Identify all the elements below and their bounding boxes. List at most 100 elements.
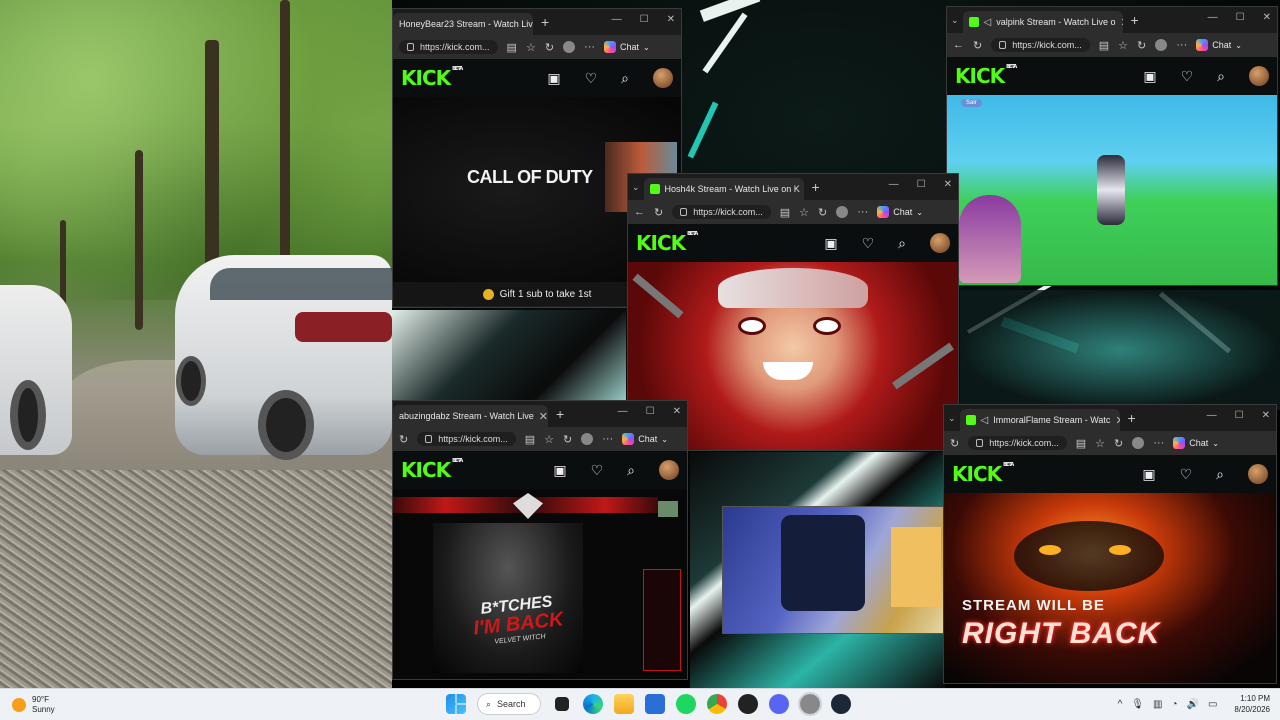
new-tab-button[interactable]: + (541, 14, 549, 30)
profile-icon[interactable] (563, 41, 576, 53)
user-avatar[interactable] (659, 460, 679, 480)
copilot-chat-button[interactable]: Chat ⌄ (604, 41, 650, 53)
more-icon[interactable]: ··· (584, 41, 595, 53)
reload-icon[interactable]: ↻ (973, 39, 982, 52)
tab-hosh4k[interactable]: Hosh4k Stream - Watch Live on K ✕ (643, 178, 804, 200)
tab-honeybear[interactable]: HoneyBear23 Stream - Watch Live (393, 13, 533, 35)
tab-valpink[interactable]: ◁ valpink Stream - Watch Live o ✕ (962, 11, 1123, 33)
minimize-button[interactable]: — (618, 406, 628, 417)
wifi-icon[interactable]: ◔ (1171, 699, 1177, 710)
search-box[interactable]: ⌕ Search (477, 693, 541, 715)
spotify-icon[interactable] (676, 694, 696, 714)
heart-icon[interactable]: ♡ (1181, 68, 1194, 85)
more-icon[interactable]: ··· (1176, 39, 1187, 51)
browse-icon[interactable]: ▣ (553, 462, 566, 479)
tab-abuzingdabz[interactable]: abuzingdabz Stream - Watch Live ✕ (393, 405, 548, 427)
browse-icon[interactable]: ▣ (1143, 68, 1156, 85)
star-icon[interactable]: ☆ (1095, 437, 1105, 450)
browse-icon[interactable]: ▣ (824, 235, 837, 252)
search-icon[interactable]: ⌕ (1216, 466, 1224, 483)
back-icon[interactable]: ← (953, 39, 964, 51)
reload-icon[interactable]: ↻ (654, 206, 663, 219)
new-tab-button[interactable]: + (812, 179, 820, 195)
browser-window-immoralflame[interactable]: ⌄ ◁ ImmoralFlame Stream - Watc ✕ + — ☐ ✕ ↻… (943, 404, 1277, 684)
more-icon[interactable]: ··· (1153, 437, 1164, 449)
tab-immoralflame[interactable]: ◁ ImmoralFlame Stream - Watc ✕ (959, 409, 1120, 431)
kick-logo[interactable]: KICK BETA (401, 458, 463, 482)
reader-icon[interactable]: ▤ (507, 41, 517, 54)
tab-list-button[interactable]: ⌄ (632, 182, 640, 193)
maximize-button[interactable]: ☐ (646, 406, 655, 417)
network-icon[interactable]: ▥ (1153, 699, 1162, 710)
back-icon[interactable]: ← (634, 206, 645, 218)
exit-chip[interactable]: Sair (961, 99, 982, 107)
copilot-chat-button[interactable]: Chat ⌄ (622, 433, 668, 445)
close-button[interactable]: ✕ (944, 179, 952, 190)
maximize-button[interactable]: ☐ (917, 179, 926, 190)
profile-icon[interactable] (836, 206, 849, 218)
heart-icon[interactable]: ♡ (591, 462, 604, 479)
kick-logo[interactable]: KICK BETA (636, 231, 698, 255)
copilot-chat-button[interactable]: Chat ⌄ (1173, 437, 1219, 449)
profile-icon[interactable] (1132, 437, 1145, 449)
browse-icon[interactable]: ▣ (1142, 466, 1155, 483)
edge-icon[interactable] (583, 694, 603, 714)
video-player[interactable]: Sair (947, 95, 1277, 285)
kick-logo[interactable]: KICK BETA (401, 66, 463, 90)
close-button[interactable]: ✕ (1263, 12, 1271, 23)
tab-list-button[interactable]: ⌄ (951, 15, 959, 26)
user-avatar[interactable] (653, 68, 673, 88)
address-bar[interactable]: https://kick.com... (399, 40, 498, 54)
copilot-chat-button[interactable]: Chat ⌄ (1196, 39, 1242, 51)
task-view-icon[interactable] (555, 697, 569, 711)
maximize-button[interactable]: ☐ (640, 14, 649, 25)
discord-icon[interactable] (769, 694, 789, 714)
copilot-chat-button[interactable]: Chat ⌄ (877, 206, 923, 218)
microphone-icon[interactable]: 🎙 (1131, 699, 1144, 710)
audio-icon[interactable]: ◁ (984, 17, 992, 28)
refresh-icon[interactable]: ↻ (545, 41, 554, 54)
star-icon[interactable]: ☆ (544, 433, 554, 446)
reload-icon[interactable]: ↻ (950, 437, 959, 450)
search-icon[interactable]: ⌕ (627, 462, 635, 479)
reader-icon[interactable]: ▤ (780, 206, 790, 219)
close-button[interactable]: ✕ (667, 14, 675, 25)
more-icon[interactable]: ··· (602, 433, 613, 445)
more-icon[interactable]: ··· (857, 206, 868, 218)
user-avatar[interactable] (930, 233, 950, 253)
video-player[interactable]: STREAM WILL BE RIGHT BACK (944, 493, 1276, 683)
address-bar[interactable]: https://kick.com... (991, 38, 1090, 52)
search-icon[interactable]: ⌕ (1217, 68, 1225, 85)
extensions-icon[interactable]: ↻ (563, 433, 572, 446)
volume-icon[interactable]: 🔊 (1187, 699, 1199, 710)
new-tab-button[interactable]: + (556, 406, 564, 422)
battery-icon[interactable]: ▭ (1208, 699, 1217, 710)
close-button[interactable]: ✕ (673, 406, 681, 417)
address-bar[interactable]: https://kick.com... (672, 205, 771, 219)
kick-logo[interactable]: KICK BETA (952, 462, 1014, 486)
windows-start-icon[interactable] (446, 694, 466, 714)
search-icon[interactable]: ⌕ (898, 235, 906, 252)
chevron-up-icon[interactable]: ^ (1118, 699, 1123, 710)
heart-icon[interactable]: ♡ (1180, 466, 1193, 483)
new-tab-button[interactable]: + (1128, 410, 1136, 426)
maximize-button[interactable]: ☐ (1236, 12, 1245, 23)
heart-icon[interactable]: ♡ (585, 70, 598, 87)
app-icon[interactable] (738, 694, 758, 714)
profile-icon[interactable] (1155, 39, 1168, 51)
extensions-icon[interactable]: ↻ (1114, 437, 1123, 450)
heart-icon[interactable]: ♡ (862, 235, 875, 252)
extensions-icon[interactable]: ↻ (818, 206, 827, 219)
star-icon[interactable]: ☆ (526, 41, 536, 54)
new-tab-button[interactable]: + (1131, 12, 1139, 28)
clock[interactable]: 1:10 PM 8/20/2026 (1234, 693, 1270, 715)
tab-close-icon[interactable]: ✕ (539, 410, 548, 423)
close-button[interactable]: ✕ (1262, 410, 1270, 421)
kick-logo[interactable]: KICK BETA (955, 64, 1017, 88)
tab-close-icon[interactable]: ✕ (1115, 414, 1119, 427)
user-avatar[interactable] (1249, 66, 1269, 86)
reader-icon[interactable]: ▤ (1076, 437, 1086, 450)
chrome-icon[interactable] (707, 694, 727, 714)
minimize-button[interactable]: — (612, 14, 622, 25)
extensions-icon[interactable]: ↻ (1137, 39, 1146, 52)
